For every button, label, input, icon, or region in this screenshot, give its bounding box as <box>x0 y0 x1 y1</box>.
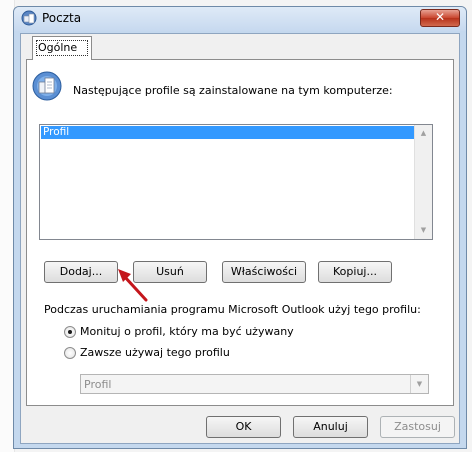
profiles-list-scrollbar[interactable]: ▲ ▼ <box>414 125 432 239</box>
profile-select-value: Profil <box>84 378 112 391</box>
add-button[interactable]: Dodaj... <box>44 261 118 283</box>
dialog-body: Ogólne Następujące profile są zainstalow… <box>20 33 460 444</box>
mail-app-icon <box>21 10 37 26</box>
title-bar[interactable]: Poczta ✕ <box>14 7 466 31</box>
radio-prompt-profile-label[interactable]: Monituj o profil, który ma być używany <box>80 325 294 338</box>
radio-selected-dot <box>68 330 72 334</box>
mail-dialog: Poczta ✕ Ogólne Następujące profile są z… <box>13 6 467 449</box>
list-item[interactable]: Profil <box>41 126 417 139</box>
mail-profiles-icon <box>32 71 62 101</box>
profiles-intro-label: Następujące profile są zainstalowane na … <box>73 84 393 97</box>
properties-button[interactable]: Właściwości <box>222 261 306 283</box>
close-button[interactable]: ✕ <box>420 9 460 27</box>
scroll-down-icon[interactable]: ▼ <box>415 222 432 239</box>
radio-prompt-profile[interactable] <box>64 326 76 338</box>
radio-always-profile-label[interactable]: Zawsze używaj tego profilu <box>80 346 230 359</box>
startup-profile-label: Podczas uruchamiania programu Microsoft … <box>44 303 421 316</box>
ok-button[interactable]: OK <box>206 416 281 438</box>
apply-button[interactable]: Zastosuj <box>380 416 455 438</box>
chevron-down-icon[interactable]: ▼ <box>410 375 428 393</box>
scroll-up-icon[interactable]: ▲ <box>415 125 432 142</box>
cancel-button[interactable]: Anuluj <box>293 416 368 438</box>
tab-general-label: Ogólne <box>38 41 78 54</box>
profiles-list[interactable]: Profil ▲ ▼ <box>39 124 433 240</box>
profile-select[interactable]: Profil ▼ <box>80 374 429 394</box>
tab-general[interactable]: Ogólne <box>32 36 92 60</box>
close-icon: ✕ <box>434 10 446 24</box>
radio-always-profile[interactable] <box>64 347 76 359</box>
copy-button[interactable]: Kopiuj... <box>318 261 392 283</box>
window-title: Poczta <box>42 11 82 25</box>
annotation-arrow-icon <box>118 269 148 302</box>
